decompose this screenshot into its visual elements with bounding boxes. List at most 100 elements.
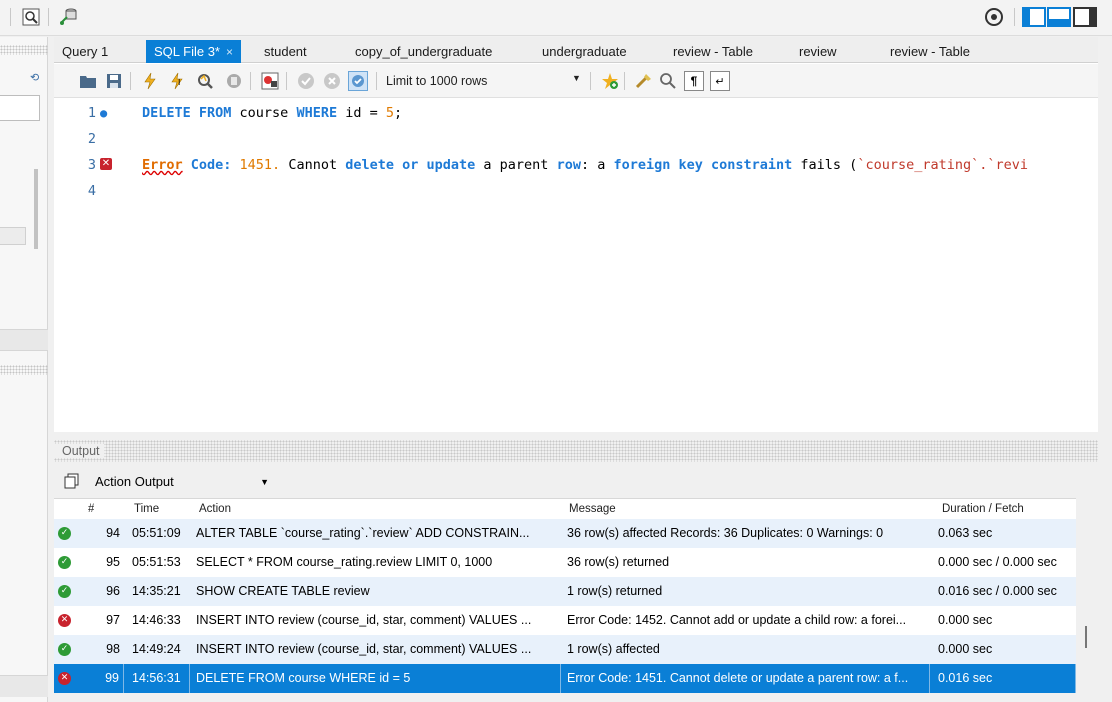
beautify-icon[interactable]: [634, 71, 654, 91]
cell-duration: 0.016 sec: [934, 664, 1076, 693]
cell-duration: 0.000 sec: [938, 613, 993, 627]
cell-action: SHOW CREATE TABLE review: [196, 584, 370, 598]
cell-num: 98: [106, 642, 120, 656]
sql-keyword: delete or update: [345, 157, 476, 173]
cell-time: 14:56:31: [128, 664, 190, 693]
cell-action: INSERT INTO review (course_id, star, com…: [196, 642, 532, 656]
sql-text: fails (: [792, 157, 858, 173]
window-edge: [1098, 37, 1112, 702]
toggle-secondary-sidebar-icon[interactable]: [1072, 6, 1098, 28]
chevron-down-icon[interactable]: ▼: [572, 73, 581, 83]
refresh-icon[interactable]: ⟲: [30, 71, 39, 84]
separator: [376, 72, 377, 90]
line-number: 4: [87, 183, 96, 199]
cell-action: SELECT * FROM course_rating.review LIMIT…: [196, 555, 493, 569]
stop-icon[interactable]: [224, 71, 244, 91]
separator: [250, 72, 251, 90]
rollback-icon[interactable]: [322, 71, 342, 91]
separator: [48, 8, 49, 26]
autocommit-toggle-icon[interactable]: [348, 71, 368, 91]
tab-query-1[interactable]: Query 1: [54, 40, 116, 63]
toggle-output-icon[interactable]: [1047, 6, 1071, 28]
tree-row[interactable]: [0, 227, 26, 245]
sql-keyword: DELETE FROM: [142, 105, 232, 121]
tab-sql-file-3[interactable]: SQL File 3* ×: [146, 40, 242, 63]
cell-duration: 0.000 sec: [938, 642, 993, 656]
cell-num: 97: [106, 613, 120, 627]
toggle-sidebar-icon[interactable]: [1022, 6, 1046, 28]
separator: [130, 72, 131, 90]
tab-label: SQL File 3*: [154, 44, 220, 59]
scroll-thumb[interactable]: [34, 169, 38, 249]
code-line: 3 ✕ Error Code: 1451. Cannot delete or u…: [54, 152, 1098, 178]
table-row[interactable]: ✓ 96 14:35:21 SHOW CREATE TABLE review 1 row…: [54, 577, 1076, 606]
code-line: 1 ● DELETE FROM course WHERE id = 5;: [54, 100, 1098, 126]
invisible-chars-icon[interactable]: ¶: [684, 71, 704, 91]
chevron-down-icon: ▼: [260, 477, 269, 487]
cell-duration: 0.063 sec: [938, 526, 993, 540]
separator: [286, 72, 287, 90]
syntax-error-word: Error: [142, 157, 183, 173]
table-row[interactable]: ✓ 98 14:49:24 INSERT INTO review (course_id…: [54, 635, 1076, 664]
execute-icon[interactable]: [140, 71, 160, 91]
add-snippet-icon[interactable]: [600, 71, 620, 91]
cell-time: 14:49:24: [132, 642, 181, 656]
cell-num: 99: [76, 664, 124, 693]
table-row[interactable]: ✕ 97 14:46:33 INSERT INTO review (course_id…: [54, 606, 1076, 635]
tab-bar: Query 1 SQL File 3* × student copy_of_und…: [54, 37, 1098, 63]
panel-grip: [0, 45, 48, 55]
database-schema-icon[interactable]: [58, 6, 80, 28]
tab-label: copy_of_undergraduate: [355, 44, 493, 59]
tab-review[interactable]: review: [791, 40, 845, 63]
sql-keyword: Code:: [182, 157, 232, 173]
output-scrollbar[interactable]: [1076, 498, 1098, 692]
row-limit-select[interactable]: Limit to 1000 rows: [386, 71, 536, 91]
scroll-thumb[interactable]: [1085, 626, 1087, 648]
save-icon[interactable]: [104, 71, 124, 91]
tab-label: review: [799, 44, 837, 59]
word-wrap-icon[interactable]: ↵: [710, 71, 730, 91]
sql-text: ;: [394, 105, 403, 121]
copy-icon[interactable]: [64, 473, 80, 489]
sql-editor[interactable]: 1 ● DELETE FROM course WHERE id = 5; 2 3…: [54, 99, 1098, 429]
tab-review-table-2[interactable]: review - Table: [882, 40, 978, 63]
column-header-time[interactable]: Time: [134, 499, 159, 519]
filter-input[interactable]: [0, 95, 40, 121]
panel-grip: [0, 365, 48, 375]
account-icon[interactable]: [983, 6, 1005, 28]
cell-time: 14:46:33: [132, 613, 181, 627]
execute-current-icon[interactable]: I: [168, 71, 188, 91]
find-icon[interactable]: [658, 71, 678, 91]
table-row[interactable]: ✓ 95 05:51:53 SELECT * FROM course_rating.r…: [54, 548, 1076, 577]
panel-divider: [0, 329, 48, 351]
cell-num: 94: [106, 526, 120, 540]
commit-icon[interactable]: [296, 71, 316, 91]
output-panel-header: Output: [54, 440, 1098, 462]
table-row[interactable]: ✓ 94 05:51:09 ALTER TABLE `course_rating`.`…: [54, 519, 1076, 548]
success-icon: ✓: [58, 585, 71, 598]
code-text: Error Code: 1451. Cannot delete or updat…: [142, 152, 1028, 178]
table-row[interactable]: ✕ 99 14:56:31 DELETE FROM course WHERE id =…: [54, 664, 1076, 693]
tab-undergraduate[interactable]: undergraduate: [534, 40, 635, 63]
tab-review-table[interactable]: review - Table: [665, 40, 761, 63]
cell-message: 1 row(s) returned: [567, 584, 663, 598]
column-header-action[interactable]: Action: [199, 499, 231, 519]
success-icon: ✓: [58, 556, 71, 569]
separator: [590, 72, 591, 90]
tab-copy-of-undergraduate[interactable]: copy_of_undergraduate: [347, 40, 500, 63]
cell-action: DELETE FROM course WHERE id = 5: [192, 664, 561, 693]
tab-student[interactable]: student: [256, 40, 315, 63]
cell-time: 14:35:21: [132, 584, 181, 598]
cell-message: 36 row(s) returned: [567, 555, 670, 569]
explain-icon[interactable]: [196, 71, 216, 91]
success-icon: ✓: [58, 527, 71, 540]
inspector-icon[interactable]: [20, 6, 42, 28]
column-header-duration[interactable]: Duration / Fetch: [942, 499, 1024, 519]
svg-text:I: I: [178, 78, 180, 87]
column-header-num[interactable]: #: [88, 499, 94, 519]
close-icon[interactable]: ×: [226, 45, 233, 59]
output-type-select[interactable]: Action Output ▼: [88, 470, 276, 492]
toggle-stop-on-error-icon[interactable]: [260, 71, 280, 91]
column-header-message[interactable]: Message: [569, 499, 616, 519]
open-folder-icon[interactable]: [78, 71, 98, 91]
